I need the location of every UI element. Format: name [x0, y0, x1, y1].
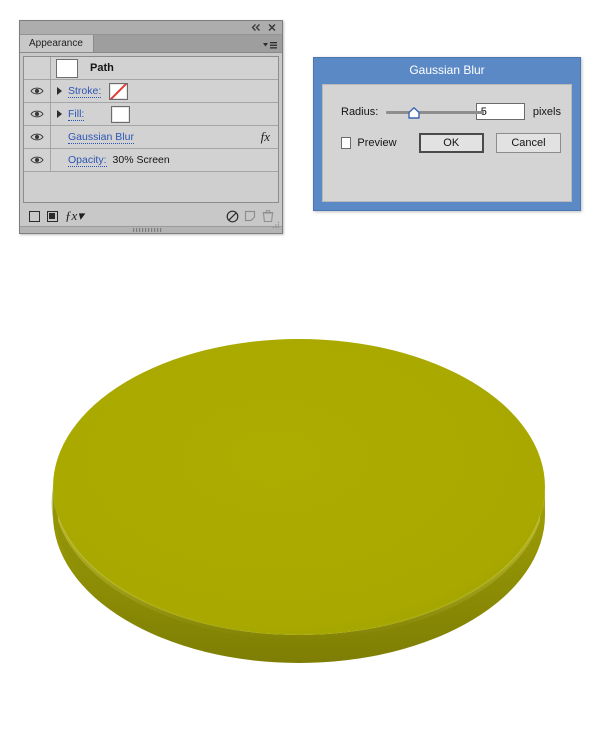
slider-handle[interactable] [408, 106, 420, 119]
ok-button[interactable]: OK [418, 133, 484, 153]
fx-icon[interactable]: fx [261, 129, 270, 145]
dialog-content: Radius: 5 pixels Preview OK Cancel [322, 84, 572, 202]
cylinder-top-face [53, 339, 545, 635]
no-entry-icon [226, 210, 238, 222]
add-new-effect-button[interactable]: ƒx▾ [65, 208, 84, 224]
toggle-visibility-gaussian-blur[interactable] [24, 126, 51, 148]
collapse-panel-icon[interactable] [250, 22, 262, 33]
3d-cylinder-artwork [44, 272, 554, 712]
close-icon [268, 23, 276, 32]
table-row[interactable]: Stroke: [24, 80, 278, 103]
fill-color-swatch[interactable] [111, 105, 131, 123]
panel-tab-row: Appearance [20, 35, 282, 53]
visibility-cell-empty [24, 57, 51, 79]
tab-appearance[interactable]: Appearance [20, 35, 94, 52]
panel-body: Path Stroke: Fill: Gaussian Blur fx Opac… [20, 53, 282, 206]
add-new-stroke-button[interactable] [25, 208, 43, 224]
square-filled-icon [46, 210, 58, 222]
chevron-right-icon [57, 87, 62, 95]
empty-list-area [24, 172, 278, 202]
preview-label[interactable]: Preview [357, 137, 396, 149]
stroke-label[interactable]: Stroke: [68, 85, 102, 98]
slider-track [386, 110, 485, 114]
radius-control-row: Radius: 5 pixels [341, 103, 561, 120]
opacity-value: 30% Screen [112, 154, 170, 166]
fx-dropdown-icon: ƒx▾ [65, 208, 84, 223]
chevron-right-icon [57, 110, 62, 118]
panel-title-bar[interactable] [20, 21, 282, 35]
opacity-label[interactable]: Opacity: [68, 154, 107, 167]
eye-icon [30, 156, 44, 164]
preview-checkbox[interactable] [341, 137, 352, 149]
tab-appearance-label: Appearance [29, 38, 83, 49]
close-panel-icon[interactable] [266, 22, 278, 33]
expand-stroke-arrow[interactable] [51, 87, 68, 95]
appearance-panel: Appearance Path Stroke: Fill: Gaussian B… [19, 20, 283, 234]
gaussian-blur-label[interactable]: Gaussian Blur [68, 131, 134, 144]
appearance-rows-frame: Path Stroke: Fill: Gaussian Blur fx Opac… [23, 56, 279, 203]
cancel-button[interactable]: Cancel [495, 133, 561, 153]
add-new-fill-button[interactable] [43, 208, 61, 224]
double-chevron-left-icon [251, 24, 260, 31]
grip-dots-icon [133, 228, 162, 232]
panel-bottom-drag-handle[interactable] [20, 226, 282, 233]
table-row[interactable]: Fill: [24, 103, 278, 126]
appearance-target-label: Path [90, 62, 114, 74]
radius-label: Radius: [341, 105, 379, 118]
eye-icon [30, 133, 44, 141]
radius-slider[interactable] [386, 104, 485, 120]
dialog-button-row: Preview OK Cancel [341, 133, 561, 153]
cylinder-svg [51, 339, 545, 663]
duplicate-item-button[interactable] [241, 208, 259, 224]
eye-icon [30, 87, 44, 95]
fill-label[interactable]: Fill: [68, 108, 85, 121]
toggle-visibility-stroke[interactable] [24, 80, 51, 102]
gaussian-blur-dialog: Gaussian Blur Radius: 5 pixels Preview O… [313, 57, 581, 211]
units-label: pixels [532, 105, 561, 118]
stroke-color-swatch[interactable] [109, 82, 129, 100]
slider-knob-icon [408, 106, 420, 119]
eye-icon [30, 110, 44, 118]
table-row[interactable]: Path [24, 57, 278, 80]
duplicate-icon [244, 210, 256, 222]
panel-options-menu-icon[interactable] [262, 38, 278, 49]
square-outline-icon [28, 210, 40, 222]
path-thumbnail [56, 58, 78, 78]
panel-resize-grip[interactable] [272, 216, 280, 229]
dialog-title: Gaussian Blur [409, 63, 485, 77]
toggle-visibility-fill[interactable] [24, 103, 51, 125]
resize-grip-icon [272, 221, 280, 229]
toggle-visibility-opacity[interactable] [24, 149, 51, 171]
expand-fill-arrow[interactable] [51, 110, 68, 118]
panel-footer-toolbar: ƒx▾ [20, 206, 282, 229]
clear-appearance-button[interactable] [223, 208, 241, 224]
none-slash-icon [110, 83, 128, 99]
panel-menu-icon [263, 42, 277, 49]
table-row[interactable]: Opacity: 30% Screen [24, 149, 278, 172]
table-row[interactable]: Gaussian Blur fx [24, 126, 278, 149]
